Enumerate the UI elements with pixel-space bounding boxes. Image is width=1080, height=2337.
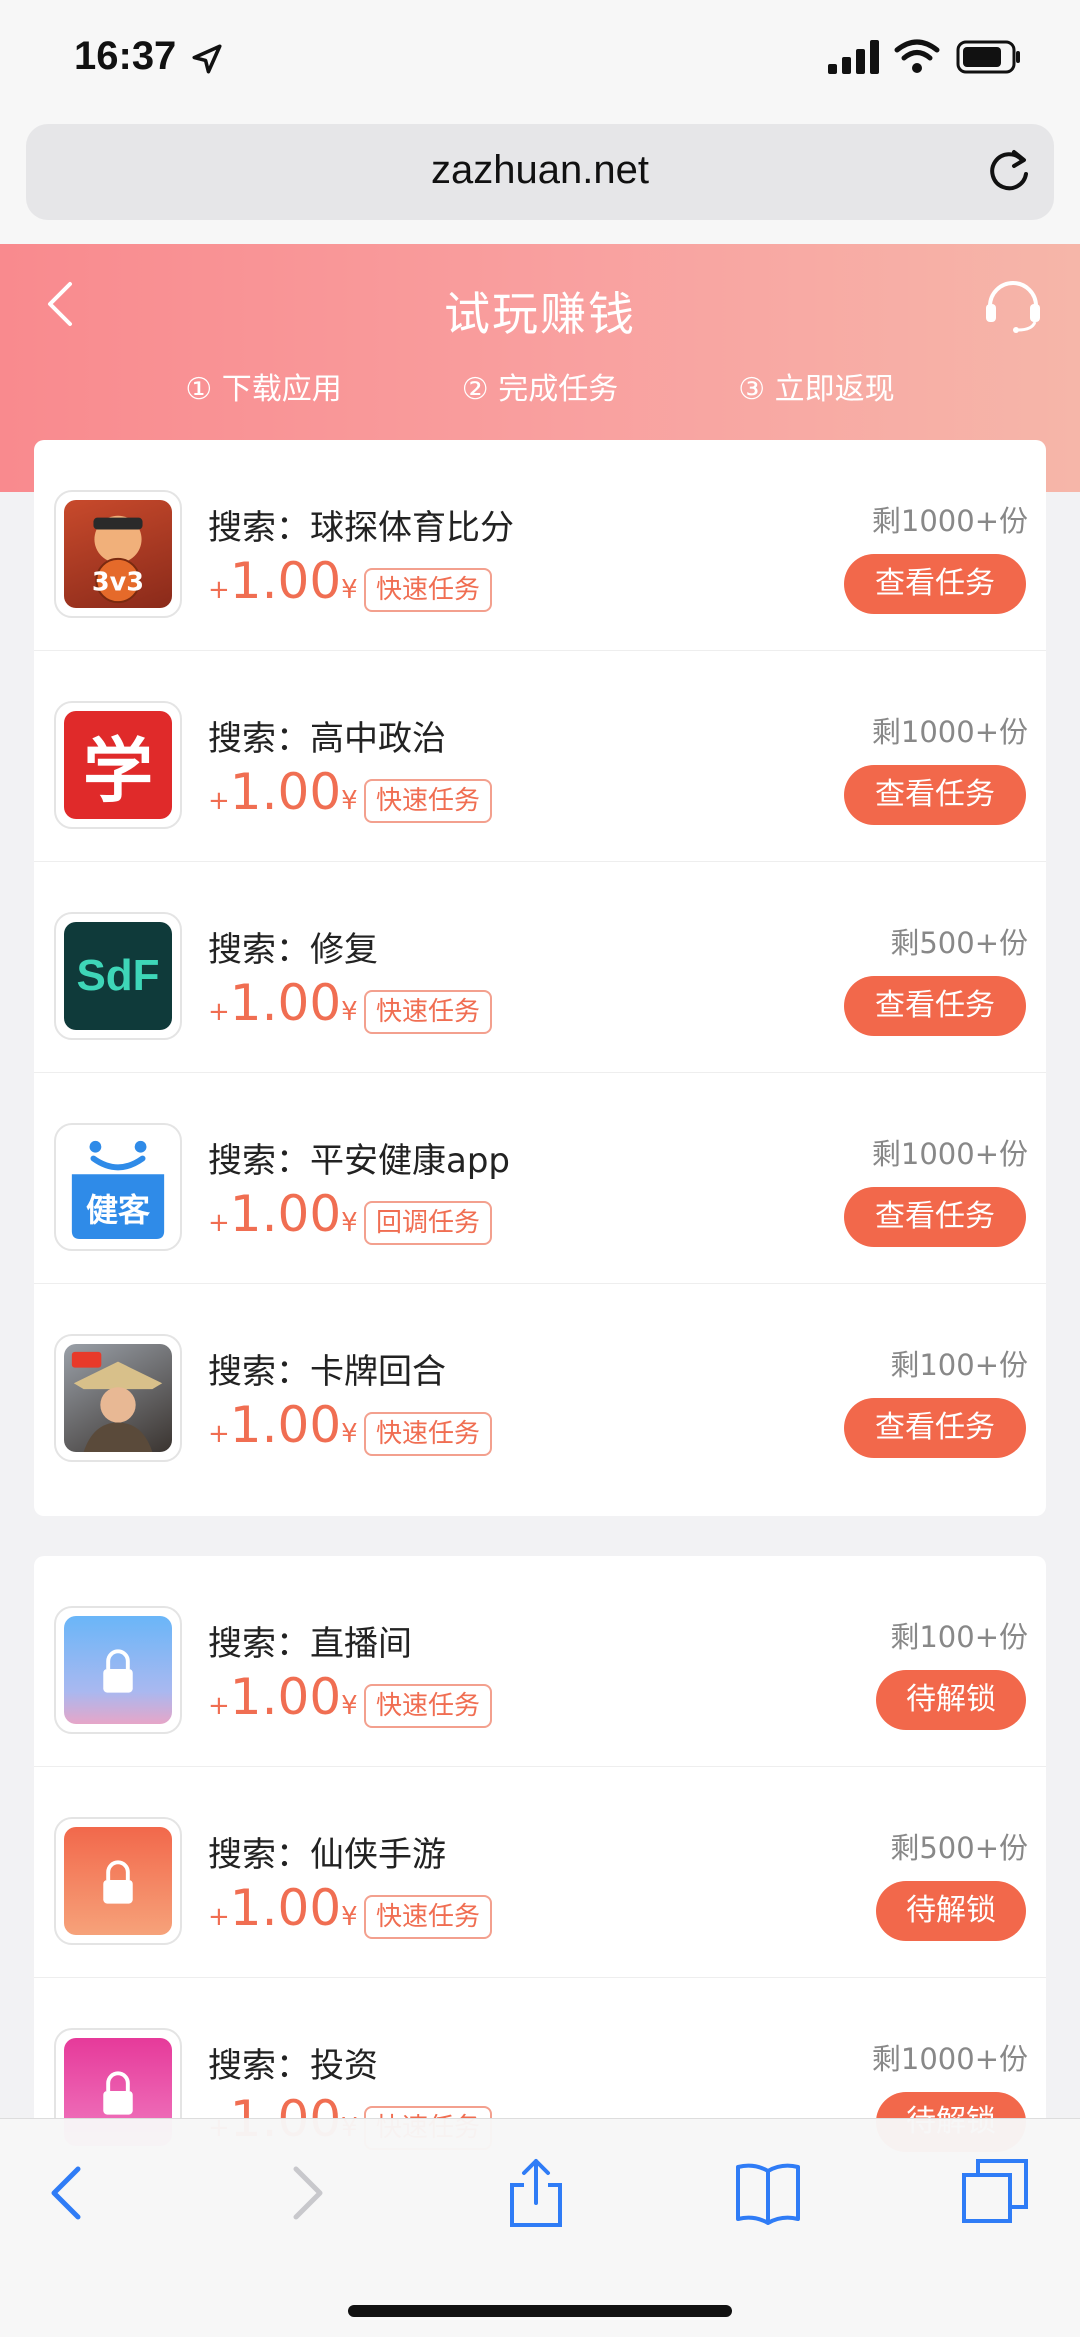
pending-unlock-button[interactable]: 待解锁 xyxy=(876,1670,1026,1730)
task-reward: +1.00¥ xyxy=(208,1396,358,1454)
step-download: ① 下载应用 xyxy=(185,372,342,407)
task-type-tag: 快速任务 xyxy=(364,990,493,1034)
remaining-count: 剩500+份 xyxy=(890,1831,1028,1865)
task-reward: +1.00¥ xyxy=(208,1185,358,1243)
remaining-count: 剩100+份 xyxy=(890,1348,1028,1382)
tabs-icon[interactable] xyxy=(960,2157,1032,2229)
remaining-count: 剩1000+份 xyxy=(871,2042,1028,2076)
task-reward: +1.00¥ xyxy=(208,763,358,821)
task-type-tag: 快速任务 xyxy=(364,1895,493,1939)
steps-row: ① 下载应用 ② 完成任务 ③ 立即返现 xyxy=(0,364,1080,408)
task-type-tag: 快速任务 xyxy=(364,1684,493,1728)
step-complete: ② 完成任务 xyxy=(461,372,619,407)
home-indicator xyxy=(348,2305,732,2317)
task-title: 搜索：高中政治 xyxy=(208,719,446,759)
task-row[interactable]: 搜索：卡牌回合 +1.00¥ 快速任务 剩100+份 查看任务 xyxy=(34,1284,1046,1495)
app-icon-frame xyxy=(54,1817,182,1945)
task-reward: +1.00¥ xyxy=(208,1668,358,1726)
app-icon-frame: 学 xyxy=(54,701,182,829)
task-type-tag: 快速任务 xyxy=(364,568,493,612)
browser-toolbar xyxy=(0,2118,1080,2337)
location-arrow-icon xyxy=(192,44,222,74)
task-type-tag: 快速任务 xyxy=(364,1412,493,1456)
browser-forward-icon[interactable] xyxy=(270,2157,342,2229)
page-title: 试玩赚钱 xyxy=(444,287,636,341)
pending-unlock-button[interactable]: 待解锁 xyxy=(876,1881,1026,1941)
reload-icon[interactable] xyxy=(984,146,1034,196)
lock-orange-icon xyxy=(64,1827,172,1935)
bookmarks-icon[interactable] xyxy=(732,2157,804,2229)
jianke-icon: 健客 xyxy=(64,1133,172,1241)
task-row[interactable]: SdF 搜索：修复 +1.00¥ 快速任务 剩500+份 查看任务 xyxy=(34,862,1046,1073)
remaining-count: 剩1000+份 xyxy=(871,715,1028,749)
locked-task-row[interactable]: 搜索：直播间 +1.00¥ 快速任务 剩100+份 待解锁 xyxy=(34,1556,1046,1767)
task-reward: +1.00¥ xyxy=(208,552,358,610)
browser-url-area: zazhuan.net xyxy=(0,118,1080,244)
remaining-count: 剩100+份 xyxy=(890,1620,1028,1654)
task-title: 搜索：平安健康app xyxy=(208,1141,510,1181)
task-title: 搜索：仙侠手游 xyxy=(208,1835,446,1875)
task-title: 搜索：投资 xyxy=(208,2046,378,2086)
battery-icon xyxy=(956,40,1020,74)
status-bar: 16:37 xyxy=(0,0,1080,118)
remaining-count: 剩1000+份 xyxy=(871,504,1028,538)
task-reward: +1.00¥ xyxy=(208,1879,358,1937)
app-icon-frame: 健客 xyxy=(54,1123,182,1251)
browser-back-icon[interactable] xyxy=(32,2157,104,2229)
available-tasks-card: 3v3 搜索：球探体育比分 +1.00¥ 快速任务 剩1000+份 查看任务 学… xyxy=(34,440,1046,1516)
task-title: 搜索：直播间 xyxy=(208,1624,412,1664)
wifi-icon xyxy=(894,39,940,73)
task-row[interactable]: 学 搜索：高中政治 +1.00¥ 快速任务 剩1000+份 查看任务 xyxy=(34,651,1046,862)
task-title: 搜索：卡牌回合 xyxy=(208,1352,446,1392)
remaining-count: 剩500+份 xyxy=(890,926,1028,960)
app-icon-frame: 3v3 xyxy=(54,490,182,618)
view-task-button[interactable]: 查看任务 xyxy=(844,1187,1026,1247)
task-title: 搜索：修复 xyxy=(208,930,378,970)
sdf-icon: SdF xyxy=(64,922,172,1030)
app-icon-frame xyxy=(54,1606,182,1734)
task-reward: +1.00¥ xyxy=(208,974,358,1032)
step-cashback: ③ 立即返现 xyxy=(738,372,895,407)
warrior-game-icon xyxy=(64,1344,172,1452)
view-task-button[interactable]: 查看任务 xyxy=(844,765,1026,825)
task-type-tag: 回调任务 xyxy=(364,1201,493,1245)
app-icon-frame xyxy=(54,1334,182,1462)
app-icon-frame: SdF xyxy=(54,912,182,1040)
lock-blue-icon xyxy=(64,1616,172,1724)
task-type-tag: 快速任务 xyxy=(364,779,493,823)
status-time: 16:37 xyxy=(74,34,177,78)
cellular-signal-icon xyxy=(828,40,879,74)
view-task-button[interactable]: 查看任务 xyxy=(844,976,1026,1036)
svg-text:3v3: 3v3 xyxy=(92,567,144,597)
xue-study-icon: 学 xyxy=(64,711,172,819)
locked-task-row[interactable]: 搜索：仙侠手游 +1.00¥ 快速任务 剩500+份 待解锁 xyxy=(34,1767,1046,1978)
customer-service-headset-icon[interactable] xyxy=(982,272,1044,334)
basketball-game-icon: 3v3 xyxy=(64,500,172,608)
share-icon[interactable] xyxy=(500,2157,572,2229)
task-row[interactable]: 健客 搜索：平安健康app +1.00¥ 回调任务 剩1000+份 查看任务 xyxy=(34,1073,1046,1284)
task-row[interactable]: 3v3 搜索：球探体育比分 +1.00¥ 快速任务 剩1000+份 查看任务 xyxy=(34,440,1046,651)
url-text: zazhuan.net xyxy=(431,148,649,192)
task-title: 搜索：球探体育比分 xyxy=(208,508,514,548)
url-bar[interactable]: zazhuan.net xyxy=(26,124,1054,220)
view-task-button[interactable]: 查看任务 xyxy=(844,1398,1026,1458)
remaining-count: 剩1000+份 xyxy=(871,1137,1028,1171)
view-task-button[interactable]: 查看任务 xyxy=(844,554,1026,614)
